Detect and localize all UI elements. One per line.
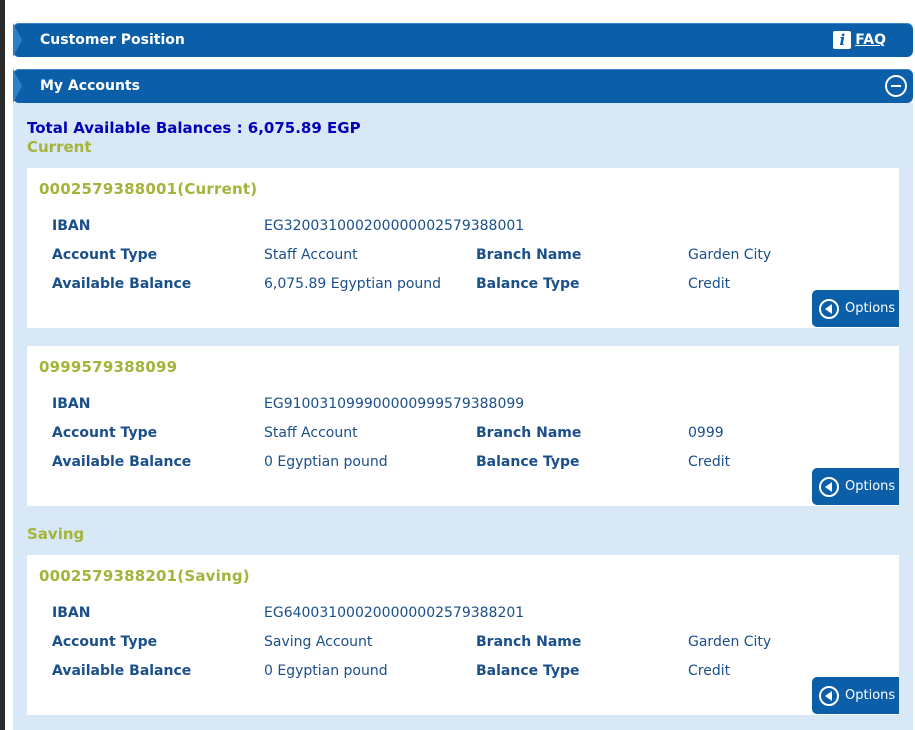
available-balance-label: Available Balance [52, 454, 192, 470]
group-label-saving: Saving [27, 525, 85, 543]
faq-link[interactable]: i FAQ [833, 30, 886, 50]
available-balance-label: Available Balance [52, 663, 192, 679]
account-number: 0002579388001(Current) [39, 180, 258, 198]
back-arrow-icon [819, 299, 839, 319]
balance-type-value: Credit [688, 454, 731, 470]
branch-name-value: Garden City [688, 247, 772, 263]
account-type-label: Account Type [52, 634, 158, 650]
section-title: My Accounts [40, 78, 140, 94]
section-chevron-icon [13, 69, 22, 103]
options-label: Options [845, 301, 896, 316]
account-type-value: Staff Account [264, 247, 358, 263]
header-chevron-icon [13, 23, 22, 57]
options-button[interactable]: Options [812, 677, 899, 714]
balance-type-label: Balance Type [476, 663, 580, 679]
my-accounts-header[interactable]: My Accounts [13, 69, 913, 103]
branch-name-label: Branch Name [476, 247, 582, 263]
iban-label: IBAN [52, 396, 91, 412]
account-type-label: Account Type [52, 247, 158, 263]
page-title: Customer Position [40, 32, 185, 48]
account-card: 0002579388201(Saving) IBAN EG64003100020… [27, 555, 899, 715]
balance-type-label: Balance Type [476, 454, 580, 470]
account-number: 0999579388099 [39, 358, 178, 376]
options-label: Options [845, 479, 896, 494]
options-label: Options [845, 688, 896, 703]
info-icon: i [833, 31, 852, 49]
window-edge [0, 0, 5, 730]
account-type-value: Saving Account [264, 634, 373, 650]
account-type-value: Staff Account [264, 425, 358, 441]
iban-value: EG910031099900000999579388099 [264, 396, 525, 412]
iban-value: EG640031000200000002579388201 [264, 605, 525, 621]
branch-name-value: Garden City [688, 634, 772, 650]
group-label-current: Current [27, 138, 92, 156]
options-button[interactable]: Options [812, 468, 899, 505]
account-card: 0002579388001(Current) IBAN EG3200310002… [27, 168, 899, 328]
available-balance-value: 6,075.89 Egyptian pound [264, 276, 442, 292]
collapse-minus-icon[interactable] [885, 75, 907, 97]
balance-type-label: Balance Type [476, 276, 580, 292]
balance-type-value: Credit [688, 276, 731, 292]
balance-type-value: Credit [688, 663, 731, 679]
iban-label: IBAN [52, 605, 91, 621]
accounts-panel: Total Available Balances : 6,075.89 EGP … [13, 103, 913, 730]
branch-name-value: 0999 [688, 425, 724, 441]
account-card: 0999579388099 IBAN EG9100310999000009995… [27, 346, 899, 506]
available-balance-value: 0 Egyptian pound [264, 663, 388, 679]
back-arrow-icon [819, 477, 839, 497]
iban-label: IBAN [52, 218, 91, 234]
branch-name-label: Branch Name [476, 425, 582, 441]
available-balance-label: Available Balance [52, 276, 192, 292]
total-available-balances: Total Available Balances : 6,075.89 EGP [27, 119, 361, 137]
account-type-label: Account Type [52, 425, 158, 441]
available-balance-value: 0 Egyptian pound [264, 454, 388, 470]
faq-label[interactable]: FAQ [855, 32, 886, 48]
back-arrow-icon [819, 686, 839, 706]
options-button[interactable]: Options [812, 290, 899, 327]
branch-name-label: Branch Name [476, 634, 582, 650]
customer-position-header: Customer Position i FAQ [13, 23, 913, 57]
iban-value: EG320031000200000002579388001 [264, 218, 525, 234]
account-number: 0002579388201(Saving) [39, 567, 250, 585]
